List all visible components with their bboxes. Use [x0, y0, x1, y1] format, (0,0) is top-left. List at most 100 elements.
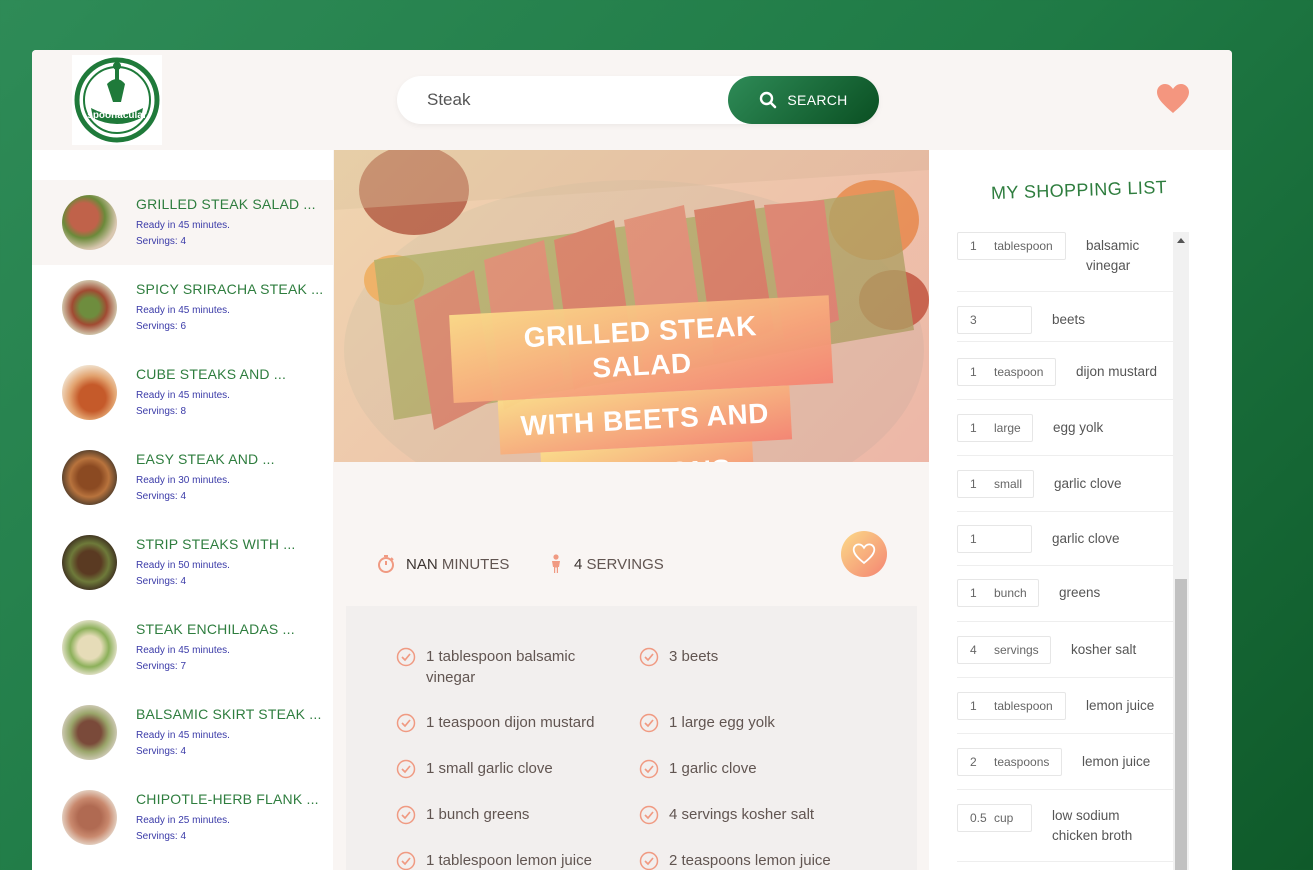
check-icon: [396, 805, 416, 825]
recipe-servings: 4 SERVINGS: [548, 554, 664, 574]
check-icon: [396, 759, 416, 779]
result-ready-time: Ready in 45 minutes.: [136, 305, 230, 316]
quantity-field[interactable]: 1 teaspoon: [957, 358, 1056, 386]
check-icon: [396, 647, 416, 667]
bookmarks-heart-icon[interactable]: [1156, 83, 1190, 115]
shopping-item: 1 teaspoon dijon mustard: [957, 342, 1173, 400]
result-servings: Servings: 8: [136, 406, 187, 417]
shopping-list-scrollbar[interactable]: [1173, 232, 1189, 870]
person-icon: [552, 554, 560, 573]
shopping-item: 1 large egg yolk: [957, 400, 1173, 456]
quantity-field[interactable]: 1 small: [957, 470, 1034, 498]
heart-outline-icon: [852, 543, 876, 565]
ingredient-item: 4 servings kosher salt: [639, 804, 869, 825]
quantity-value: 1: [970, 477, 977, 491]
quantity-value: 1: [970, 365, 977, 379]
shopping-item-name: kosher salt: [1071, 642, 1137, 657]
result-item[interactable]: CHIPOTLE-HERB FLANK ... Ready in 25 minu…: [32, 775, 333, 860]
result-title: CHIPOTLE-HERB FLANK ...: [136, 791, 319, 807]
quantity-unit: bunch: [994, 586, 1027, 600]
shopping-item: 4 servings kosher salt: [957, 622, 1173, 678]
result-item[interactable]: STRIP STEAKS WITH ... Ready in 50 minute…: [32, 520, 333, 605]
ingredient-item: 1 tablespoon balsamic vinegar: [396, 646, 596, 688]
quantity-value: 4: [970, 643, 977, 657]
result-thumbnail: [62, 790, 117, 845]
ingredients-list: 1 tablespoon balsamic vinegar 3 beets 1 …: [346, 606, 917, 870]
ingredient-item: 1 large egg yolk: [639, 712, 839, 733]
shopping-list-panel: MY SHOPPING LIST 1 tablespoon balsamic vi…: [929, 150, 1232, 870]
result-ready-time: Ready in 45 minutes.: [136, 730, 230, 741]
shopping-item-name: lemon juice: [1086, 698, 1155, 713]
shopping-item: 1 tablespoon lemon juice: [957, 678, 1173, 734]
quantity-field[interactable]: 4 servings: [957, 636, 1051, 664]
recipe-servings-unit: SERVINGS: [586, 555, 664, 573]
shopping-item-name: balsamic vinegar: [1086, 238, 1140, 273]
ingredient-text: 4 servings kosher salt: [669, 806, 815, 823]
shopping-item-name: greens: [1059, 585, 1101, 600]
result-thumbnail: [62, 620, 117, 675]
result-servings: Servings: 7: [136, 661, 187, 672]
quantity-field[interactable]: 1 bunch: [957, 579, 1039, 607]
quantity-value: 1: [970, 239, 977, 253]
recipe-time: NAN MINUTES: [376, 554, 509, 574]
search-button[interactable]: SEARCH: [728, 76, 879, 124]
scrollbar-thumb[interactable]: [1175, 579, 1187, 870]
quantity-field[interactable]: 1 tablespoon: [957, 232, 1066, 260]
spoonacular-logo-icon: spoonacular: [74, 57, 160, 143]
shopping-item-name: beets: [1052, 312, 1086, 327]
ingredient-item: 1 teaspoon dijon mustard: [396, 712, 596, 733]
quantity-field[interactable]: 1 large: [957, 414, 1033, 442]
quantity-unit: tablespoon: [994, 239, 1053, 253]
result-title: STRIP STEAKS WITH ...: [136, 536, 296, 552]
result-servings: Servings: 4: [136, 236, 187, 247]
quantity-unit: small: [994, 477, 1023, 491]
shopping-item-name: low sodium chicken broth: [1052, 808, 1133, 843]
shopping-item: 3 beets: [957, 292, 1173, 342]
ingredient-text: 1 tablespoon balsamic vinegar: [426, 648, 576, 686]
quantity-field[interactable]: 1: [957, 525, 1032, 553]
scroll-up-arrow-icon[interactable]: [1177, 238, 1185, 243]
ingredient-text: 1 small garlic clove: [426, 760, 553, 777]
recipe-time-value: NAN: [406, 555, 438, 573]
result-item[interactable]: BALSAMIC SKIRT STEAK ... Ready in 45 min…: [32, 690, 333, 775]
recipe-time-unit: MINUTES: [441, 555, 510, 573]
result-thumbnail: [62, 365, 117, 420]
shopping-item-name: lemon juice: [1082, 754, 1151, 769]
search-icon: [760, 91, 777, 109]
header: spoonacular SEARCH: [32, 50, 1232, 150]
check-icon: [639, 759, 659, 779]
result-item[interactable]: SPICY SRIRACHA STEAK ... Ready in 45 min…: [32, 265, 333, 350]
quantity-value: 0.5: [970, 811, 987, 825]
spoonacular-logo[interactable]: spoonacular: [72, 55, 162, 145]
quantity-value: 1: [970, 699, 977, 713]
quantity-unit: tablespoon: [994, 699, 1053, 713]
quantity-value: 3: [970, 313, 977, 327]
quantity-unit: teaspoons: [994, 755, 1050, 769]
recipe-servings-value: 4: [574, 555, 583, 573]
search-results-list: GRILLED STEAK SALAD ... Ready in 45 minu…: [32, 150, 333, 870]
result-item[interactable]: STEAK ENCHILADAS ... Ready in 45 minutes…: [32, 605, 333, 690]
bookmark-button[interactable]: [841, 531, 887, 577]
shopping-item-name: garlic clove: [1052, 531, 1120, 546]
result-item[interactable]: GRILLED STEAK SALAD ... Ready in 45 minu…: [32, 180, 333, 265]
check-icon: [639, 851, 659, 870]
ingredient-item: 1 tablespoon lemon juice: [396, 850, 626, 870]
ingredient-item: 1 small garlic clove: [396, 758, 596, 779]
quantity-unit: large: [994, 421, 1021, 435]
recipe-details: NAN MINUTES 4 SERVINGS: [346, 462, 917, 606]
check-icon: [639, 713, 659, 733]
quantity-value: 2: [970, 755, 977, 769]
result-item[interactable]: EASY STEAK AND ... Ready in 30 minutes. …: [32, 435, 333, 520]
search-input[interactable]: [427, 88, 717, 112]
shopping-list: 1 tablespoon balsamic vinegar 3 beets 1 te…: [957, 232, 1173, 870]
shopping-item: 1 small garlic clove: [957, 456, 1173, 512]
result-servings: Servings: 6: [136, 321, 187, 332]
result-item[interactable]: CUBE STEAKS AND ... Ready in 45 minutes.…: [32, 350, 333, 435]
check-icon: [639, 805, 659, 825]
quantity-field[interactable]: 1 tablespoon: [957, 692, 1066, 720]
quantity-field[interactable]: 0.5 cup: [957, 804, 1032, 832]
ingredient-text: 1 garlic clove: [669, 760, 757, 777]
svg-text:spoonacular: spoonacular: [87, 110, 147, 121]
quantity-field[interactable]: 3: [957, 306, 1032, 334]
quantity-field[interactable]: 2 teaspoons: [957, 748, 1062, 776]
